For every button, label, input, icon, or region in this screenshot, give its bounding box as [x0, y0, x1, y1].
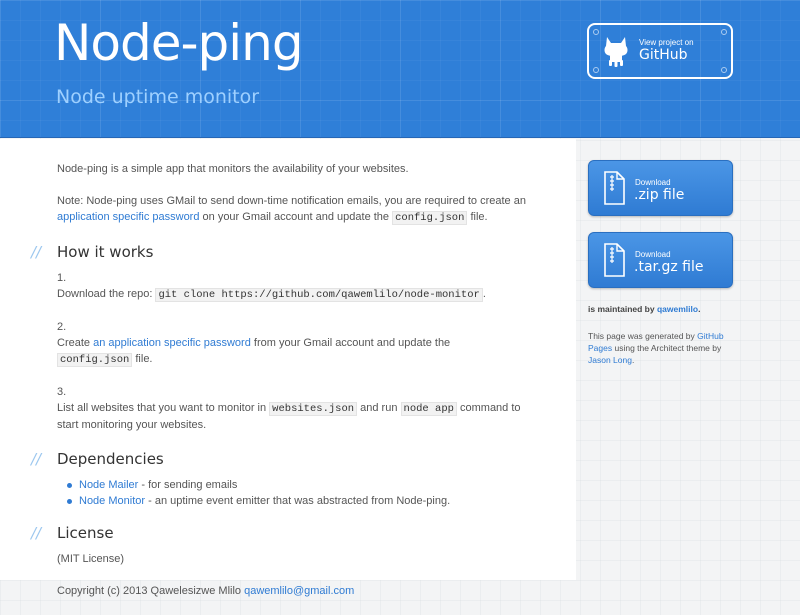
node-mailer-link[interactable]: Node Mailer	[79, 479, 138, 491]
heading-slashes: //	[31, 450, 42, 468]
step-2: 2. Create an application specific passwo…	[57, 321, 451, 367]
node-monitor-link[interactable]: Node Monitor	[79, 495, 145, 507]
zip-button-caption: Download	[635, 178, 671, 187]
zip-button-label: .zip file	[634, 187, 685, 203]
note-paragraph: Note: Node-ping uses GMail to send down-…	[57, 195, 526, 225]
step-1: 1. Download the repo: git clone https://…	[57, 272, 486, 302]
download-tar-button[interactable]: Download .tar.gz file	[588, 232, 733, 288]
dependency-list: Node Mailer - for sending emails Node Mo…	[67, 477, 527, 509]
main-content: Node-ping is a simple app that monitors …	[0, 139, 576, 597]
inline-code: websites.json	[269, 402, 358, 416]
email-link[interactable]: qawemlilo@gmail.com	[244, 585, 354, 597]
maintainer-link[interactable]: qawemlilo	[657, 304, 698, 314]
section-heading-deps: //Dependencies	[31, 450, 164, 468]
inline-code: git clone https://github.com/qawemlilo/n…	[155, 288, 483, 302]
heading-slashes: //	[31, 524, 42, 542]
tar-button-label: .tar.gz file	[634, 259, 704, 275]
zip-file-icon	[604, 171, 625, 205]
list-item: Node Monitor - an uptime event emitter t…	[67, 493, 527, 509]
intro-text: Node-ping is a simple app that monitors …	[57, 163, 409, 175]
section-heading-how: //How it works	[31, 243, 154, 261]
app-password-link-2[interactable]: an application specific password	[93, 337, 251, 349]
section-heading-license: //License	[31, 524, 114, 542]
github-button-label: GitHub	[639, 47, 688, 64]
tar-button-caption: Download	[635, 250, 671, 259]
heading-slashes: //	[31, 243, 42, 261]
github-button-caption: View project on	[639, 37, 694, 47]
download-zip-button[interactable]: Download .zip file	[588, 160, 733, 216]
inline-code: config.json	[392, 211, 468, 225]
maintainer-line: is maintained by qawemlilo.	[588, 304, 701, 314]
list-item: Node Mailer - for sending emails	[67, 477, 527, 493]
inline-code: node app	[400, 402, 457, 416]
credits: This page was generated by GitHub Pages …	[588, 331, 724, 365]
site-tagline: Node uptime monitor	[56, 86, 260, 108]
octocat-icon	[604, 37, 628, 67]
tar-file-icon	[604, 243, 625, 277]
step-3: 3. List all websites that you want to mo…	[57, 386, 521, 431]
site-title: Node-ping	[54, 14, 304, 72]
site-header: Node-ping Node uptime monitor View proje…	[0, 0, 800, 138]
jason-long-link[interactable]: Jason Long	[588, 355, 632, 365]
copyright-line: Copyright (c) 2013 Qawelesizwe Mlilo qaw…	[57, 585, 355, 597]
inline-code: config.json	[57, 353, 133, 367]
license-text: (MIT License)	[57, 553, 125, 565]
sidebar: Download .zip file Download .tar.gz file…	[588, 160, 734, 366]
app-password-link[interactable]: application specific password	[57, 211, 199, 223]
view-on-github-button[interactable]: View project on GitHub	[587, 23, 733, 79]
